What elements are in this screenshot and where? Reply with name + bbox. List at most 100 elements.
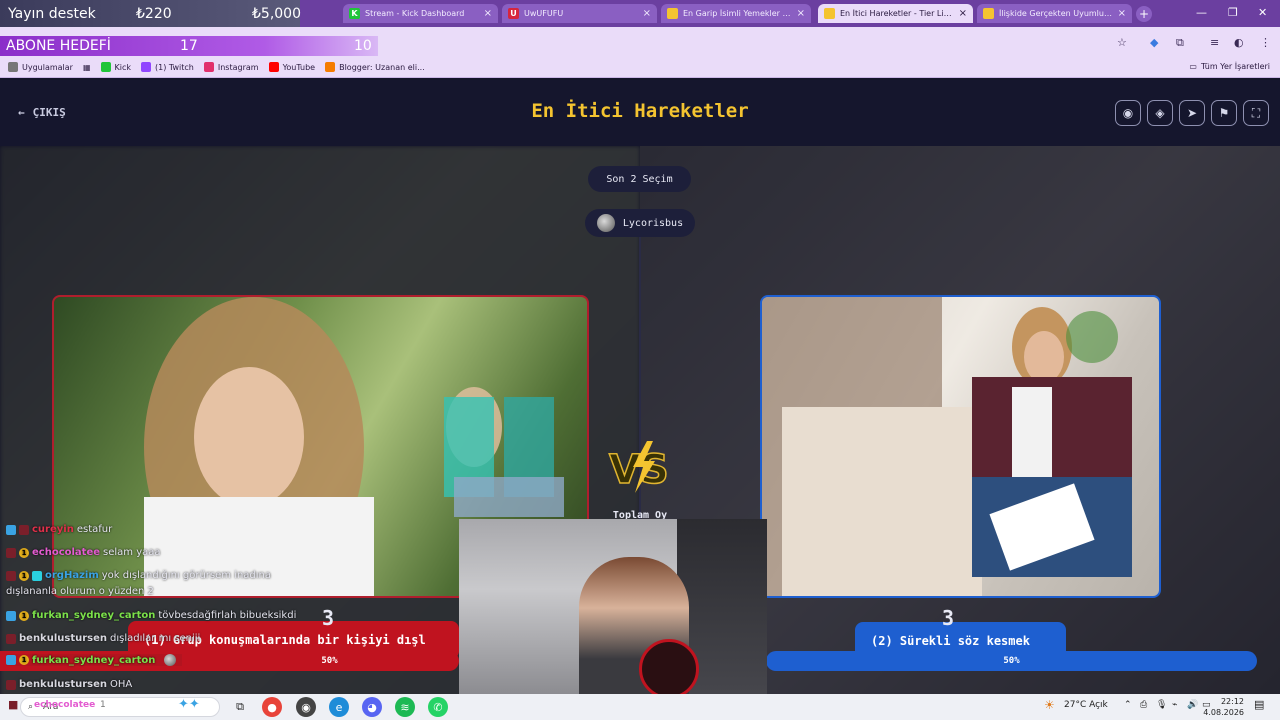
all-bookmarks[interactable]: ▭ Tüm Yer İşaretleri — [1189, 62, 1270, 71]
fullscreen-icon[interactable]: ⛶ — [1243, 100, 1269, 126]
moderator-badge-icon — [6, 633, 16, 644]
gift-badge-icon: 1 — [19, 655, 29, 665]
maximize-icon[interactable]: ❐ — [1228, 6, 1238, 19]
chat-text: dışladılar mı seniii — [110, 633, 201, 644]
bookmark-label: YouTube — [282, 62, 316, 72]
chat-username: cureyin — [32, 524, 74, 535]
network-icon[interactable]: ⌁ — [1172, 700, 1177, 710]
chat-text: tövbesdağfirlah bibueksikdi — [158, 610, 297, 621]
chat-message: benkulustursen OHA — [6, 679, 132, 690]
chat-message: benkulustursen dışladılar mı seniii — [6, 633, 200, 644]
close-icon[interactable]: × — [959, 8, 967, 19]
gift-badge-icon: 1 — [19, 570, 29, 581]
bookmark-instagram[interactable]: Instagram — [203, 62, 259, 72]
youtube-icon — [268, 62, 279, 72]
new-tab-button[interactable]: + — [1136, 6, 1152, 22]
start-icon[interactable]: ■ — [8, 698, 18, 711]
tierlist-icon — [824, 8, 835, 19]
tab-itici-hareketler[interactable]: En İtici Hareketler - Tier List, Kıy × — [818, 4, 973, 23]
last-picks-label: Son 2 Seçim — [606, 173, 673, 185]
tab-uwufufu[interactable]: U UwUFUFU × — [502, 4, 657, 23]
close-icon[interactable]: × — [1118, 8, 1126, 19]
chrome-icon[interactable]: ● — [262, 697, 282, 717]
obs-icon[interactable]: ◉ — [296, 697, 316, 717]
subgoal-current: 17 — [180, 38, 198, 54]
chevron-up-icon[interactable]: ⌃ — [1124, 700, 1132, 710]
bookmarks-bar: Uygulamalar ▦ Kick (1) Twitch Instagram … — [0, 57, 1280, 78]
close-icon[interactable]: × — [643, 8, 651, 19]
tab-garip-yemekler[interactable]: En Garip İsimli Yemekler - Tier... × — [661, 4, 811, 23]
kick-icon: K — [349, 8, 360, 19]
close-icon[interactable]: × — [484, 8, 492, 19]
option-right-card[interactable] — [760, 295, 1161, 598]
option-right-votes: 3 — [942, 606, 955, 630]
chat-text: selam yaaa — [103, 547, 161, 558]
tab-kick-dashboard[interactable]: K Stream - Kick Dashboard × — [343, 4, 498, 23]
close-icon[interactable]: × — [797, 8, 805, 19]
spotify-icon[interactable]: ≋ — [395, 697, 415, 717]
flag-icon[interactable]: ⚑ — [1211, 100, 1237, 126]
extensions-icon[interactable]: ⧉ — [1176, 36, 1184, 50]
task-view-icon[interactable]: ⧉ — [230, 697, 250, 717]
subscriber-badge-icon — [6, 610, 16, 621]
folder-icon: ▭ — [1189, 62, 1197, 71]
grid-icon: ▦ — [82, 62, 91, 72]
chat-message: 1 echocolatee selam yaaa — [6, 547, 161, 558]
bookmark-apps[interactable]: Uygulamalar — [8, 62, 73, 72]
bookmark-label: (1) Twitch — [155, 62, 194, 72]
donation-goal: ₺5,000 — [252, 5, 301, 22]
tab-iliskide-uyumlu[interactable]: İlişkide Gerçekten Uyumlu Mu... × — [977, 4, 1132, 23]
bookmark-blogger[interactable]: Blogger: Uzanan eli... — [325, 62, 425, 72]
volume-icon[interactable]: 🔊 — [1187, 700, 1198, 710]
tab-label: İlişkide Gerçekten Uyumlu Mu... — [999, 9, 1113, 18]
bookmark-label: Kick — [114, 62, 132, 72]
tab-search-icon[interactable]: ≡ — [1210, 36, 1219, 49]
subscriber-badge-icon — [6, 524, 16, 535]
apps-icon — [8, 62, 18, 72]
chat-text: OHA — [110, 679, 133, 690]
edge-icon[interactable]: e — [329, 697, 349, 717]
page-title: En İtici Hareketler — [531, 100, 749, 122]
bookmark-youtube[interactable]: YouTube — [268, 62, 316, 72]
screen: K Stream - Kick Dashboard × U UwUFUFU × … — [0, 0, 1280, 720]
emote-icon — [164, 654, 177, 666]
avatar — [596, 214, 615, 232]
menu-icon[interactable]: ⋮ — [1260, 36, 1271, 49]
chat-username: benkulustursen — [19, 679, 108, 690]
tierlist-icon — [983, 8, 994, 19]
whatsapp-icon[interactable]: ✆ — [428, 697, 448, 717]
chat-username: benkulustursen — [19, 633, 108, 644]
tray-app-icon[interactable]: ⎙ — [1140, 700, 1147, 710]
chat-text: estafur — [76, 524, 113, 535]
chat-username: furkan_sydney_carton — [32, 610, 156, 621]
discord-icon[interactable]: ◕ — [362, 697, 382, 717]
last-picks-badge[interactable]: Son 2 Seçim — [588, 166, 691, 192]
bookmark-kick[interactable]: Kick — [100, 62, 132, 72]
bookmark-grid[interactable]: ▦ — [83, 63, 91, 72]
close-window-icon[interactable]: ✕ — [1258, 6, 1267, 19]
instagram-icon — [203, 62, 214, 72]
tab-label: Stream - Kick Dashboard — [365, 9, 465, 18]
send-icon[interactable]: ➤ — [1179, 100, 1205, 126]
taskbar-chat-text: 1 — [100, 700, 106, 710]
taskbar-clock[interactable]: 22:12 4.08.2026 — [1203, 696, 1244, 718]
subgoal-target: 10 — [354, 38, 372, 54]
twitch-icon — [141, 62, 152, 72]
microphone-icon — [639, 639, 699, 699]
chat-username: orgHazim — [45, 570, 99, 581]
blogger-icon — [325, 62, 336, 72]
notifications-icon[interactable]: ▤ — [1254, 698, 1264, 711]
translate-icon[interactable]: ◆ — [1150, 36, 1158, 49]
bookmark-twitch[interactable]: (1) Twitch — [141, 62, 194, 72]
palette-icon[interactable]: ◈ — [1147, 100, 1173, 126]
star-icon[interactable]: ☆ — [1117, 36, 1127, 49]
profile-icon[interactable]: ◐ — [1234, 36, 1244, 49]
minimize-icon[interactable]: — — [1196, 6, 1207, 19]
donation-value: ₺220 — [136, 5, 172, 22]
eye-icon[interactable]: ◉ — [1115, 100, 1141, 126]
uwufufu-icon: U — [508, 8, 519, 19]
weather-text[interactable]: 27°C Açık — [1064, 700, 1108, 710]
option-right-percent: 50% — [1003, 656, 1020, 666]
webcam-overlay — [459, 519, 767, 720]
microphone-tray-icon[interactable]: 🎙 — [1156, 700, 1167, 710]
